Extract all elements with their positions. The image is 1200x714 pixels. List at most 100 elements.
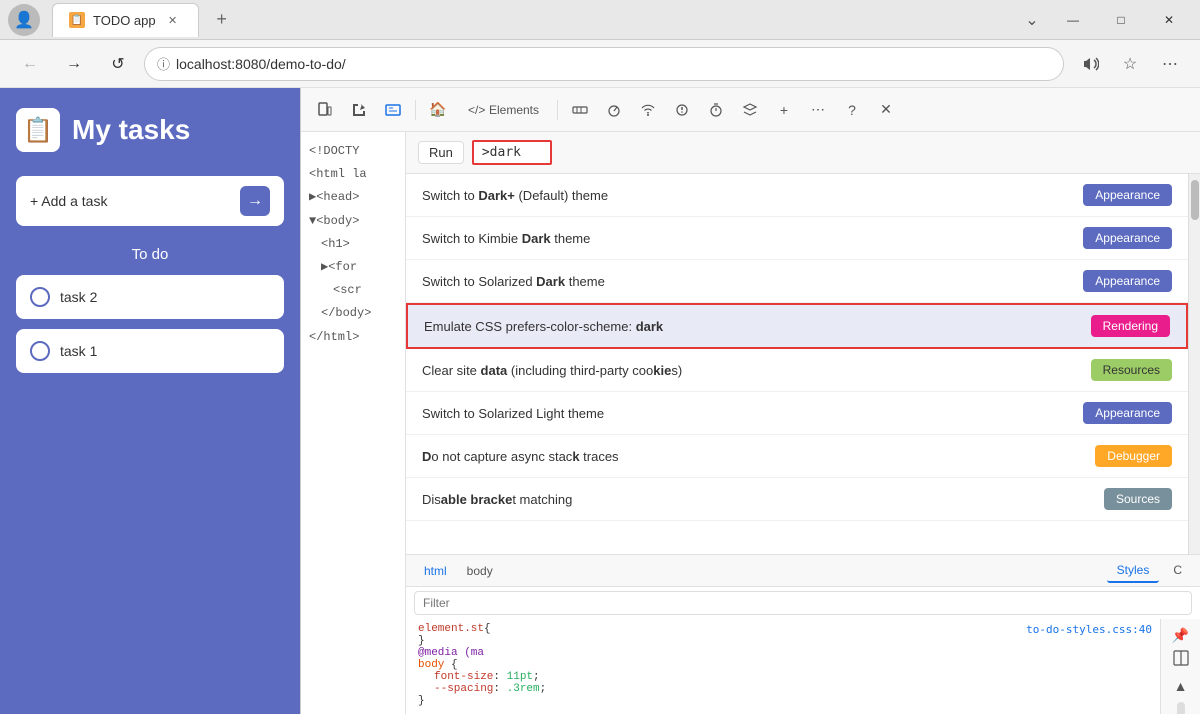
todo-header: 📋 My tasks [16,108,284,152]
command-item-bracket-matching[interactable]: Disable bracket matching Sources [406,478,1188,521]
code-area: element.st{ } @media (ma body { font-siz… [406,619,1018,714]
dock-icon[interactable] [1167,650,1195,666]
css-file-link[interactable]: to-do-styles.css:40 [1026,623,1152,636]
command-badge-7: Debugger [1095,445,1172,467]
command-item-kimbie-dark[interactable]: Switch to Kimbie Dark theme Appearance [406,217,1188,260]
forward-button[interactable]: → [56,46,92,82]
add-task-button[interactable]: → [240,186,270,216]
debug-icon[interactable] [666,94,698,126]
styles-filter-input[interactable] [414,591,1192,615]
task-text-2: task 1 [60,343,97,359]
home-icon[interactable]: 🏠 [422,94,454,126]
title-bar: 👤 📋 TODO app ✕ + ⌄ — □ ✕ [0,0,1200,40]
profile-icon[interactable]: 👤 [8,4,40,36]
pin-icon[interactable]: 📌 [1167,627,1195,644]
toolbar-sep-2 [557,100,558,120]
address-text: localhost:8080/demo-to-do/ [176,56,1051,72]
tab-close-button[interactable]: ✕ [164,11,182,29]
command-item-text-4: Emulate CSS prefers-color-scheme: dark [424,319,1091,334]
command-list-scrollbar[interactable] [1188,174,1200,554]
code-line-8: </body> [301,302,405,325]
command-item-text-1: Switch to Dark+ (Default) theme [422,188,1083,203]
devtools-help-icon[interactable]: ? [836,94,868,126]
code-line-1: <!DOCTY [301,140,405,163]
device-toolbar-icon[interactable] [309,94,341,126]
inspect-icon[interactable] [343,94,375,126]
browser-tab[interactable]: 📋 TODO app ✕ [52,3,199,37]
timer-icon[interactable] [700,94,732,126]
command-list-container: Switch to Dark+ (Default) theme Appearan… [406,174,1200,554]
performance-icon[interactable] [598,94,630,126]
source-panel-icon[interactable] [377,94,409,126]
task-item-1[interactable]: task 2 [16,275,284,319]
add-task-label: + Add a task [30,193,107,209]
toolbar-separator [415,100,416,120]
vertical-scrollbar-track[interactable] [1177,702,1185,714]
command-item-solarized-dark[interactable]: Switch to Solarized Dark theme Appearanc… [406,260,1188,303]
code-line-close: } [418,635,1006,647]
window-controls: ⌄ — □ ✕ [1016,4,1192,36]
window-close-button[interactable]: ✕ [1146,4,1192,36]
code-line-media: @media (ma [418,647,1006,659]
tab-title: TODO app [93,13,156,28]
command-input-area: Run >dark [406,132,1200,174]
devtools-more-icon[interactable]: ⋯ [802,94,834,126]
code-line-4: ▼<body> [301,210,405,233]
todo-app-icon: 📋 [16,108,60,152]
todo-app-title: My tasks [72,114,190,146]
layers-icon[interactable] [734,94,766,126]
code-line-2: <html la [301,163,405,186]
read-aloud-icon[interactable] [1072,46,1108,82]
devtools-bottom-panel: html body Styles C element.st{ } [406,554,1200,714]
scroll-up-icon[interactable]: ▲ [1167,678,1195,694]
refresh-button[interactable]: ↺ [100,46,136,82]
nav-bar: ← → ↺ ⓘ localhost:8080/demo-to-do/ ☆ ⋯ [0,40,1200,88]
code-line-5: <h1> [301,233,405,256]
todo-section-title: To do [16,246,284,263]
browser-more-icon[interactable]: ⋯ [1152,46,1188,82]
window-maximize-button[interactable]: □ [1098,4,1144,36]
command-item-async-traces[interactable]: Do not capture async stack traces Debugg… [406,435,1188,478]
css-link-area: to-do-styles.css:40 [1018,619,1160,714]
command-item-dark-plus[interactable]: Switch to Dark+ (Default) theme Appearan… [406,174,1188,217]
window-more-icon[interactable]: ⌄ [1016,6,1048,34]
code-line-9: </html> [301,326,405,349]
address-info-icon: ⓘ [157,54,170,73]
back-button[interactable]: ← [12,46,48,82]
task-text-1: task 2 [60,289,97,305]
task-item-2[interactable]: task 1 [16,329,284,373]
network-icon[interactable] [564,94,596,126]
run-button[interactable]: Run [418,141,464,164]
elements-tab[interactable]: </> Elements [456,98,551,121]
command-input[interactable]: >dark [472,140,552,165]
command-item-emulate-css[interactable]: Emulate CSS prefers-color-scheme: dark R… [406,303,1188,349]
address-bar[interactable]: ⓘ localhost:8080/demo-to-do/ [144,47,1064,81]
code-line-7: <scr [301,279,405,302]
wifi-icon[interactable] [632,94,664,126]
command-item-clear-data[interactable]: Clear site data (including third-party c… [406,349,1188,392]
command-item-text-2: Switch to Kimbie Dark theme [422,231,1083,246]
new-tab-button[interactable]: + [207,5,237,35]
nav-right-icons: ☆ ⋯ [1072,46,1188,82]
main-area: 📋 My tasks + Add a task → To do task 2 t… [0,88,1200,714]
command-item-solarized-light[interactable]: Switch to Solarized Light theme Appearan… [406,392,1188,435]
body-breadcrumb[interactable]: body [457,560,503,582]
command-item-text-6: Switch to Solarized Light theme [422,406,1083,421]
styles-tab[interactable]: Styles [1107,559,1160,583]
computed-tab[interactable]: C [1163,559,1192,583]
add-panel-icon[interactable]: + [768,94,800,126]
add-task-bar[interactable]: + Add a task → [16,176,284,226]
tab-favicon: 📋 [69,12,85,28]
command-badge-1: Appearance [1083,184,1172,206]
task-checkbox-1[interactable] [30,287,50,307]
command-badge-6: Appearance [1083,402,1172,424]
favorites-icon[interactable]: ☆ [1112,46,1148,82]
html-breadcrumb[interactable]: html [414,560,457,582]
command-item-text-8: Disable bracket matching [422,492,1104,507]
command-badge-2: Appearance [1083,227,1172,249]
command-item-text-5: Clear site data (including third-party c… [422,363,1091,378]
window-minimize-button[interactable]: — [1050,4,1096,36]
devtools-close-icon[interactable]: ✕ [870,94,902,126]
task-checkbox-2[interactable] [30,341,50,361]
code-line-6: ▶<for [301,256,405,279]
